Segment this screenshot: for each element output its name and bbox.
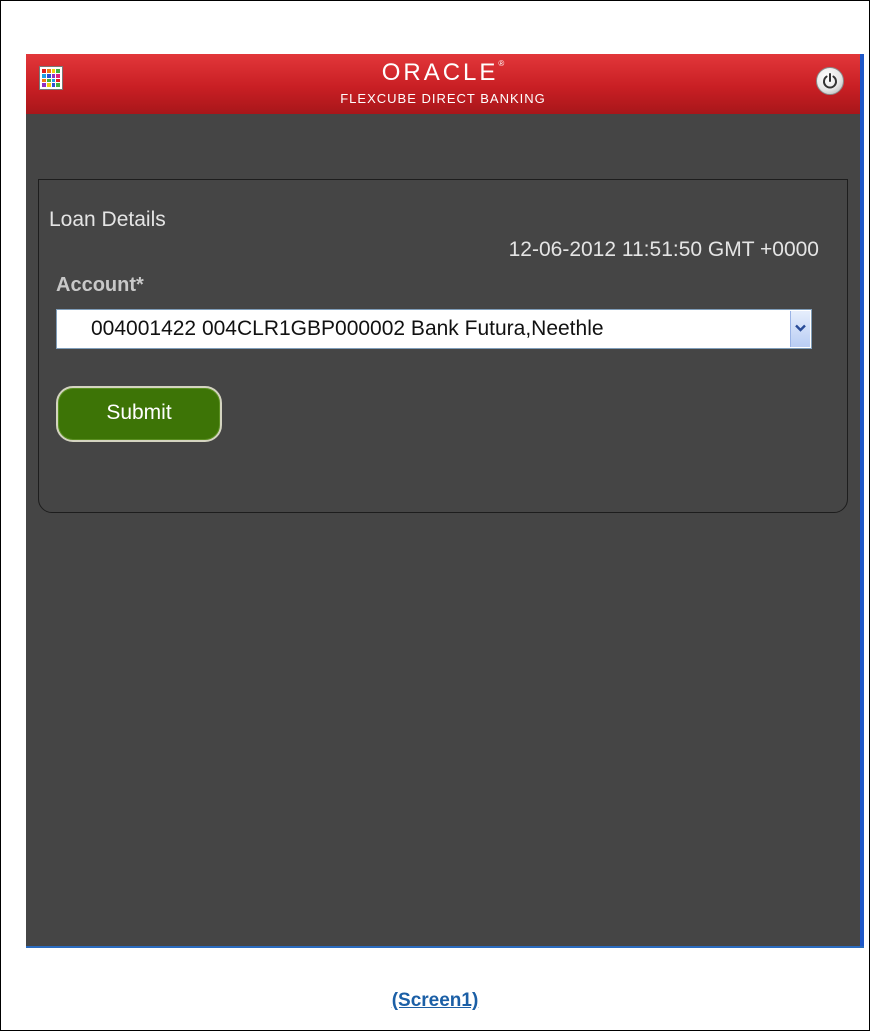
screen-right-border (860, 54, 864, 946)
product-name: FLEXCUBE DIRECT BANKING (340, 91, 546, 106)
oracle-logo: ORACLE® (26, 59, 860, 87)
account-label: Account* (56, 274, 144, 296)
account-select[interactable]: 004001422 004CLR1GBP000002 Bank Futura,N… (56, 309, 812, 349)
account-select-value: 004001422 004CLR1GBP000002 Bank Futura,N… (91, 317, 604, 340)
timestamp: 12-06-2012 11:51:50 GMT +0000 (508, 238, 819, 261)
screen-caption-link[interactable]: (Screen1) (0, 990, 870, 1012)
submit-button[interactable]: Submit (56, 386, 222, 442)
screen-bottom-line (26, 946, 864, 948)
brand-name: ORACLE (381, 59, 499, 86)
app-header: ORACLE® FLEXCUBE DIRECT BANKING (26, 54, 860, 114)
power-icon (823, 73, 837, 89)
panel-title: Loan Details (49, 208, 166, 231)
logout-button[interactable] (816, 67, 844, 95)
loan-details-panel: Loan Details 12-06-2012 11:51:50 GMT +00… (38, 179, 848, 513)
chevron-down-icon (795, 324, 806, 332)
dropdown-arrow-button[interactable] (790, 311, 810, 347)
brand-mark: ® (498, 59, 505, 68)
mobile-screen: ORACLE® FLEXCUBE DIRECT BANKING Loan Det… (26, 54, 860, 946)
